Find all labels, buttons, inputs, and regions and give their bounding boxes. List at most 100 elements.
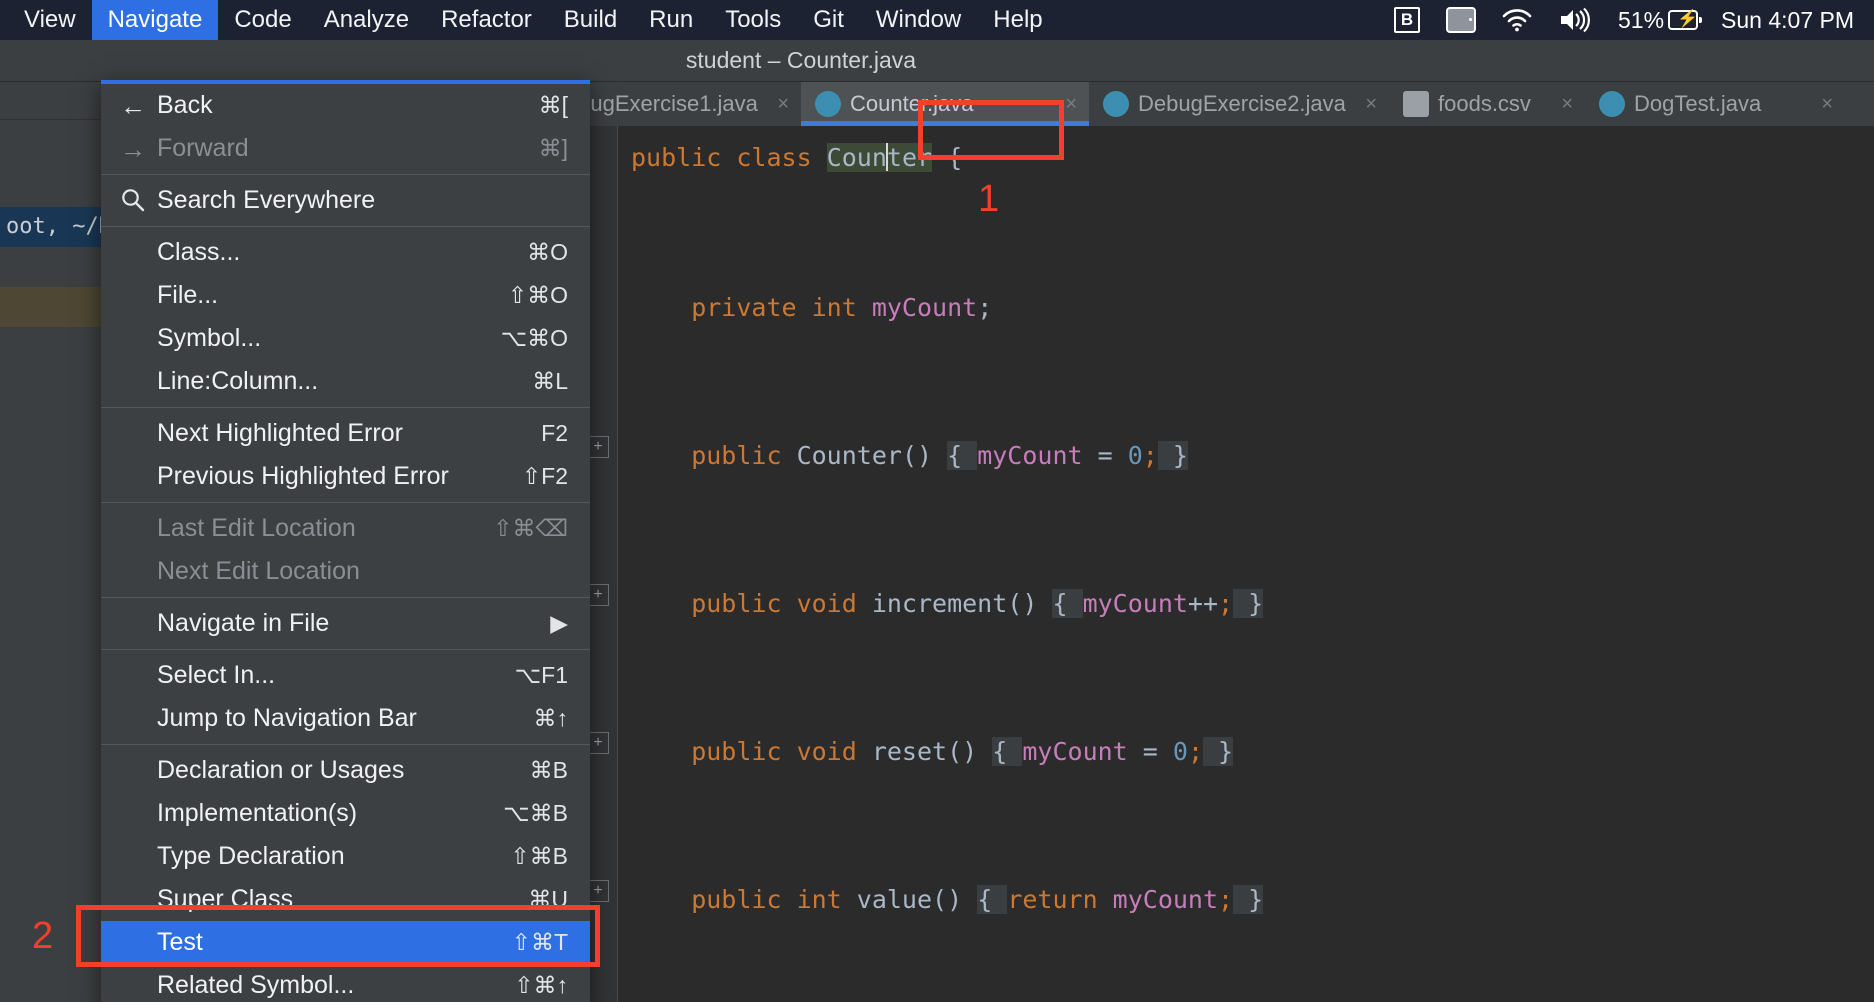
menu-item-class[interactable]: Class...⌘O	[101, 231, 590, 274]
code-line-3[interactable]: private int myCount;	[631, 286, 992, 330]
code-token: class	[736, 143, 826, 172]
menu-item-label: Navigate in File	[157, 609, 550, 638]
code-token: increment	[872, 589, 1007, 618]
editor-tab-counter-java[interactable]: Counter.java×	[801, 82, 1089, 126]
fold-marker[interactable]: +	[587, 732, 609, 754]
menu-item-label: Next Highlighted Error	[157, 419, 541, 448]
code-token: {	[992, 737, 1022, 766]
code-content[interactable]: public class Counter { private int myCou…	[619, 126, 1874, 1002]
wifi-icon[interactable]	[1489, 0, 1545, 40]
tab-close-icon[interactable]: ×	[1561, 93, 1573, 116]
arrow-left-icon: ←	[119, 92, 147, 120]
menu-item-next-edit-location[interactable]: Next Edit Location	[101, 550, 590, 593]
menubar-item-code[interactable]: Code	[218, 0, 307, 40]
code-token: ;	[1188, 737, 1203, 766]
menu-item-implementation-s[interactable]: Implementation(s)⌥⌘B	[101, 792, 590, 835]
java-file-icon	[1599, 91, 1625, 117]
menu-item-test[interactable]: Test⇧⌘T	[101, 921, 590, 964]
code-token: myCount	[872, 293, 977, 322]
csv-file-icon	[1403, 91, 1429, 117]
code-token: {	[932, 143, 962, 172]
menu-item-search-everywhere[interactable]: Search Everywhere	[101, 179, 590, 222]
display-icon[interactable]	[1433, 0, 1489, 40]
menubar-item-build[interactable]: Build	[548, 0, 633, 40]
code-line-5[interactable]: public Counter() { myCount = 0; }	[631, 434, 1188, 478]
menubar-item-view[interactable]: View	[8, 0, 92, 40]
menu-item-label: Class...	[157, 238, 527, 267]
menu-item-previous-highlighted-error[interactable]: Previous Highlighted Error⇧F2	[101, 455, 590, 498]
tab-close-icon[interactable]: ×	[777, 93, 789, 116]
tab-close-icon[interactable]: ×	[1365, 93, 1377, 116]
annotation-number-1: 1	[978, 178, 999, 221]
menubar-item-git[interactable]: Git	[797, 0, 860, 40]
menu-item-shortcut: ⇧⌘O	[508, 282, 568, 309]
menubar-item-tools[interactable]: Tools	[709, 0, 797, 40]
menu-item-label: Declaration or Usages	[157, 756, 530, 785]
menu-item-forward[interactable]: →Forward⌘]	[101, 127, 590, 170]
menu-item-symbol[interactable]: Symbol...⌥⌘O	[101, 317, 590, 360]
editor-tab-dogtest-java[interactable]: DogTest.java×	[1585, 82, 1845, 126]
menu-item-shortcut: ⌘[	[539, 92, 568, 119]
menu-item-label: File...	[157, 281, 508, 310]
code-token: reset	[872, 737, 947, 766]
menu-item-jump-to-navigation-bar[interactable]: Jump to Navigation Bar⌘↑	[101, 697, 590, 740]
fold-marker[interactable]: +	[587, 880, 609, 902]
fold-marker[interactable]: +	[587, 436, 609, 458]
volume-glyph	[1558, 7, 1592, 33]
menu-item-select-in[interactable]: Select In...⌥F1	[101, 654, 590, 697]
fold-marker[interactable]: +	[587, 584, 609, 606]
menubar-item-refactor[interactable]: Refactor	[425, 0, 548, 40]
menu-item-shortcut: ⌘L	[532, 368, 568, 395]
code-line-17[interactable]: public int value() { return myCount; }	[631, 878, 1263, 922]
navigate-dropdown-menu[interactable]: ←Back⌘[→Forward⌘] Search Everywhere Class.…	[101, 80, 590, 1002]
menubar-item-help[interactable]: Help	[977, 0, 1058, 40]
menubar-item-window[interactable]: Window	[860, 0, 977, 40]
editor-tab-foods-csv[interactable]: foods.csv×	[1389, 82, 1585, 126]
menubar-item-analyze[interactable]: Analyze	[308, 0, 425, 40]
code-token: {	[977, 885, 1007, 914]
bluetooth-icon[interactable]: B	[1381, 0, 1433, 40]
window-title: student – Counter.java	[686, 47, 916, 74]
submenu-arrow-icon: ▶	[550, 610, 568, 637]
menu-item-super-class[interactable]: Super Class⌘U	[101, 878, 590, 921]
code-token: 0	[1173, 737, 1188, 766]
menu-item-line-column[interactable]: Line:Column...⌘L	[101, 360, 590, 403]
code-line-1[interactable]: public class Counter {	[631, 136, 962, 180]
menu-separator	[101, 226, 590, 227]
menu-item-shortcut: ⌥⌘O	[501, 325, 568, 352]
menu-item-shortcut: ⇧⌘⌫	[493, 515, 568, 542]
menu-item-back[interactable]: ←Back⌘[	[101, 84, 590, 127]
search-icon	[119, 187, 147, 215]
code-line-13[interactable]: public void reset() { myCount = 0; }	[631, 730, 1233, 774]
menu-separator	[101, 502, 590, 503]
code-token: ;	[1218, 589, 1233, 618]
menu-item-related-symbol[interactable]: Related Symbol...⇧⌘↑	[101, 964, 590, 1002]
code-token: ()	[932, 885, 977, 914]
menu-item-label: Symbol...	[157, 324, 501, 353]
menu-item-file[interactable]: File...⇧⌘O	[101, 274, 590, 317]
menu-item-next-highlighted-error[interactable]: Next Highlighted ErrorF2	[101, 412, 590, 455]
volume-icon[interactable]	[1545, 0, 1605, 40]
tab-close-icon[interactable]: ×	[1821, 93, 1833, 116]
code-token: {	[947, 441, 977, 470]
menubar-item-navigate[interactable]: Navigate	[92, 0, 219, 40]
editor-tab-debugexercise2-java[interactable]: DebugExercise2.java×	[1089, 82, 1389, 126]
menu-item-label: Line:Column...	[157, 367, 532, 396]
menu-item-shortcut: ⌘B	[530, 757, 568, 784]
code-token: public int	[631, 885, 857, 914]
menu-item-label: Test	[157, 928, 512, 957]
code-token: {	[1052, 589, 1082, 618]
menu-item-shortcut: ⇧⌘T	[512, 929, 568, 956]
menu-item-navigate-in-file[interactable]: Navigate in File▶	[101, 602, 590, 645]
menu-item-label: Forward	[157, 134, 539, 163]
java-file-icon	[1103, 91, 1129, 117]
menubar-item-run[interactable]: Run	[633, 0, 709, 40]
code-line-9[interactable]: public void increment() { myCount++; }	[631, 582, 1263, 626]
menu-item-type-declaration[interactable]: Type Declaration⇧⌘B	[101, 835, 590, 878]
code-token: private int	[631, 293, 872, 322]
menu-item-declaration-or-usages[interactable]: Declaration or Usages⌘B	[101, 749, 590, 792]
code-token: public void	[631, 737, 872, 766]
menubar-clock[interactable]: Sun 4:07 PM	[1711, 7, 1874, 34]
tab-close-icon[interactable]: ×	[1065, 93, 1077, 116]
menu-item-last-edit-location[interactable]: Last Edit Location⇧⌘⌫	[101, 507, 590, 550]
